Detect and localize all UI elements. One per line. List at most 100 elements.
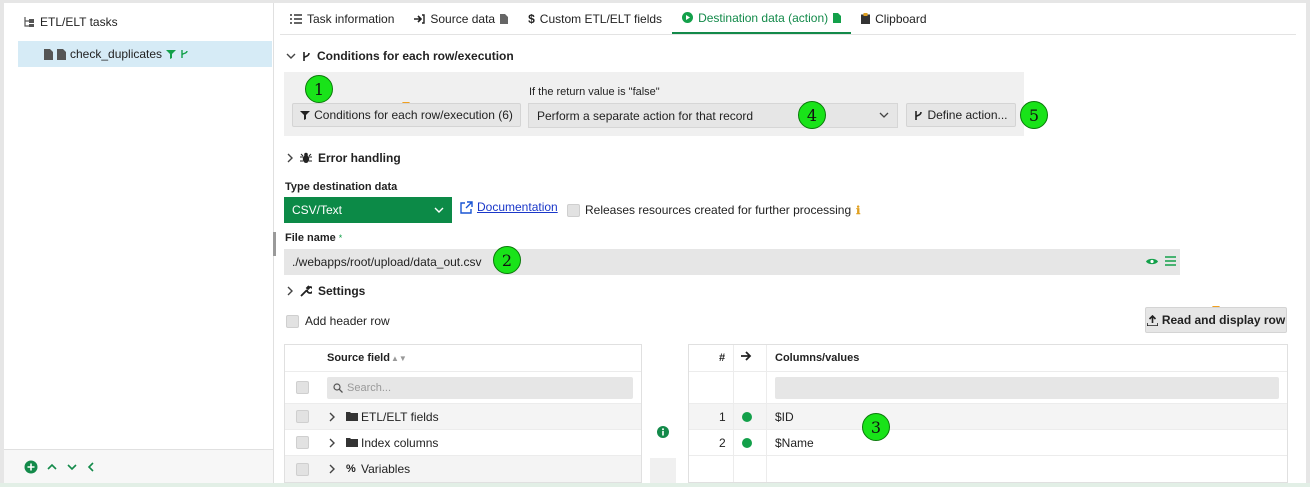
tab-bar: Task information Source data $ Custom ET…	[280, 3, 1296, 35]
branch-icon	[180, 49, 189, 59]
list-item[interactable]: % Variables	[285, 456, 641, 482]
search-icon	[333, 382, 343, 393]
callout-1: 1	[305, 75, 333, 103]
tree-item-label: check_duplicates	[70, 47, 163, 61]
tab-custom-fields[interactable]: $ Custom ETL/ELT fields	[518, 3, 672, 34]
columns-filter-input[interactable]	[775, 376, 1279, 399]
list-item-label: Index columns	[361, 435, 439, 450]
list-item-label: Variables	[361, 462, 411, 476]
clipboard-icon	[861, 13, 871, 24]
list-icon	[290, 13, 302, 24]
row-checkbox[interactable]	[296, 410, 309, 423]
conditions-section-header[interactable]: Conditions for each row/execution	[286, 49, 514, 63]
document-icon	[833, 12, 842, 23]
row-number: 1	[719, 409, 726, 424]
list-item[interactable]: ETL/ELT fields	[285, 404, 641, 430]
number-column-header: #	[719, 352, 726, 364]
chevron-left-icon[interactable]	[86, 461, 96, 473]
release-resources-checkbox[interactable]	[567, 203, 580, 217]
callout-5: 5	[1020, 101, 1048, 129]
tab-label: Destination data (action)	[698, 10, 829, 25]
tab-label: Custom ETL/ELT fields	[539, 11, 663, 26]
columns-values-header[interactable]: Columns/values	[775, 352, 859, 364]
window-frame-bottom	[0, 483, 1310, 487]
release-resources-option[interactable]: Releases resources created for further p…	[567, 203, 860, 217]
settings-header[interactable]: Settings	[286, 284, 365, 298]
tree-root[interactable]: ETL/ELT tasks	[24, 15, 118, 29]
section-title: Error handling	[318, 151, 401, 165]
splitter-handle[interactable]	[273, 232, 276, 256]
define-action-button[interactable]: Define action...	[906, 103, 1016, 127]
status-dot	[742, 411, 752, 422]
eye-icon[interactable]	[1146, 257, 1158, 266]
tab-task-information[interactable]: Task information	[280, 3, 404, 34]
chevron-down-icon	[434, 207, 444, 214]
error-handling-header[interactable]: Error handling	[286, 151, 401, 165]
documentation-link[interactable]: Documentation	[460, 200, 558, 214]
callout-3: 3	[862, 413, 890, 441]
row-number: 2	[719, 435, 726, 450]
source-field-grid: Source field ▲▼ Search... ETL/ELT fields…	[284, 344, 642, 483]
dest-filter-row	[689, 372, 1287, 404]
callout-2: 2	[493, 246, 521, 274]
documentation-link-text: Documentation	[477, 200, 558, 214]
info-icon: ℹ	[856, 204, 861, 217]
tab-label: Clipboard	[875, 11, 927, 26]
chevron-down-icon[interactable]	[66, 462, 78, 472]
chevron-right-icon[interactable]	[329, 438, 336, 448]
window-frame-right	[1306, 0, 1310, 487]
sort-icon[interactable]: ▲▼	[391, 354, 407, 363]
chevron-down-icon	[879, 112, 889, 119]
source-search-input[interactable]: Search...	[327, 376, 633, 399]
list-item[interactable]: Index columns	[285, 430, 641, 456]
tree-icon	[24, 16, 36, 28]
dollar-icon: $	[528, 11, 535, 26]
sidebar-footer	[4, 449, 273, 483]
required-mark: *	[338, 233, 343, 243]
false-action-select[interactable]: Perform a separate action for that recor…	[528, 103, 898, 128]
callout-4: 4	[798, 101, 826, 129]
tab-destination-data[interactable]: Destination data (action)	[672, 3, 852, 34]
transfer-button[interactable]	[650, 458, 676, 483]
file-name-input[interactable]: ./webapps/root/upload/data_out.csv	[284, 249, 1180, 275]
info-icon[interactable]	[657, 426, 669, 438]
section-title: Settings	[318, 284, 366, 298]
conditions-button-label: Conditions for each row/execution (6)	[314, 108, 513, 122]
select-all-checkbox[interactable]	[296, 381, 309, 394]
row-checkbox[interactable]	[296, 462, 309, 476]
define-action-label: Define action...	[927, 108, 1008, 122]
tab-clipboard[interactable]: Clipboard	[851, 3, 936, 34]
wrench-icon	[300, 285, 312, 297]
sidebar: ETL/ELT tasks check_duplicates	[4, 3, 274, 483]
column-divider	[766, 345, 767, 482]
read-display-row-button[interactable]: Read and display row	[1145, 307, 1287, 333]
external-link-icon	[460, 200, 473, 214]
chevron-right-icon[interactable]	[329, 464, 336, 474]
source-field-column-header[interactable]: Source field	[327, 352, 390, 364]
table-row[interactable]: 2 $Name	[689, 430, 1287, 456]
add-header-row-checkbox[interactable]	[286, 314, 299, 328]
destination-type-select[interactable]: CSV/Text	[284, 197, 452, 223]
menu-icon[interactable]	[1165, 256, 1176, 266]
folder-icon	[346, 438, 358, 447]
source-search-row: Search...	[285, 372, 641, 404]
type-destination-label: Type destination data	[285, 181, 398, 193]
chevron-right-icon	[286, 153, 294, 163]
add-icon[interactable]	[24, 460, 38, 474]
read-display-row-label: Read and display row	[1161, 313, 1286, 327]
file-name-value: ./webapps/root/upload/data_out.csv	[292, 255, 482, 269]
branch-icon	[302, 51, 311, 62]
branch-icon	[914, 110, 923, 121]
table-row[interactable]: 1 $ID	[689, 404, 1287, 430]
filter-icon	[300, 110, 311, 120]
row-checkbox[interactable]	[296, 436, 309, 449]
add-header-row-option[interactable]: Add header row	[286, 314, 390, 328]
conditions-button[interactable]: Conditions for each row/execution (6)	[292, 103, 521, 127]
tab-source-data[interactable]: Source data	[404, 3, 518, 34]
chevron-right-icon[interactable]	[329, 412, 336, 422]
chevron-up-icon[interactable]	[46, 462, 58, 472]
tree-item-selected[interactable]: check_duplicates	[18, 41, 272, 67]
destination-type-value: CSV/Text	[292, 203, 343, 217]
tab-label: Task information	[307, 11, 395, 26]
bug-icon	[300, 152, 312, 164]
